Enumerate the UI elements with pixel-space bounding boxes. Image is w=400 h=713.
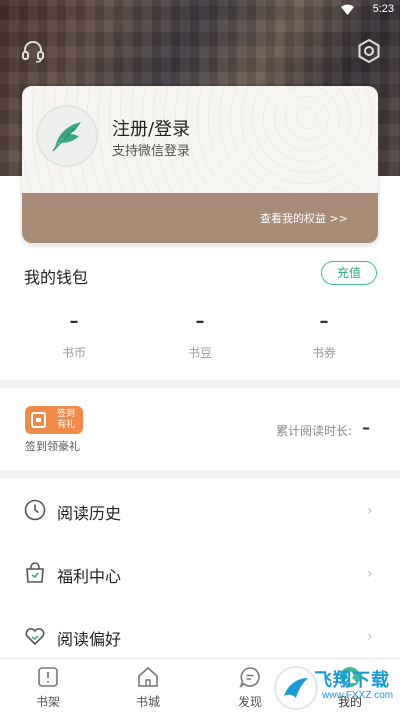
watermark-logo-icon (274, 666, 318, 710)
nav-label: 发现 (237, 695, 262, 709)
menu-item-label: 福利中心 (57, 567, 122, 586)
status-time: 5:23 (372, 3, 394, 15)
wallet-stat-beans[interactable]: – 书豆 (150, 312, 250, 361)
menu-item-label: 阅读历史 (57, 504, 122, 523)
member-card-top: 注册/登录 支持微信登录 (22, 86, 378, 193)
recharge-button[interactable]: 充值 (321, 261, 377, 285)
headset-icon[interactable] (20, 38, 46, 64)
nav-label: 书架 (35, 695, 60, 709)
nav-item-bookstore[interactable]: 书城 (118, 665, 178, 713)
bookshelf-icon (38, 667, 58, 687)
signin-caption[interactable]: 签到领豪礼 (25, 438, 80, 454)
member-card-bottom: 查看我的权益 >> (22, 193, 378, 243)
wallet-stat-label: 书券 (311, 346, 336, 360)
feather-logo-icon (52, 122, 81, 152)
wallet-stat-value: – (319, 311, 329, 332)
member-card[interactable]: 注册/登录 支持微信登录 查看我的权益 >> (22, 86, 378, 243)
gift-bag-icon (26, 562, 44, 583)
signin-badge-text: 签到有礼 (57, 409, 76, 430)
nav-item-bookshelf[interactable]: 书架 (18, 665, 78, 713)
wallet-stat-coins[interactable]: – 书币 (24, 312, 124, 361)
chevron-right-icon: › (367, 503, 373, 519)
section-divider (0, 470, 400, 478)
status-bar: 5:23 (0, 0, 400, 22)
wallet-stat-vouchers[interactable]: – 书券 (274, 312, 374, 361)
chevron-right-icon: › (367, 566, 373, 582)
menu-item-welfare-center[interactable]: 福利中心 › (0, 544, 400, 604)
view-benefits-link[interactable]: 查看我的权益 >> (260, 210, 348, 226)
wallet-stat-value: – (69, 311, 79, 332)
calendar-icon (31, 412, 46, 428)
reading-time-value: – (362, 418, 370, 437)
settings-icon[interactable] (356, 38, 382, 64)
nav-item-discover[interactable]: 发现 (220, 665, 280, 713)
wallet-stat-value: – (195, 311, 205, 332)
section-divider (0, 380, 400, 388)
clock-icon (24, 499, 46, 521)
login-title[interactable]: 注册/登录 (112, 115, 190, 141)
avatar[interactable] (36, 105, 98, 167)
heart-icon (25, 627, 45, 646)
nav-label: 书城 (135, 695, 160, 709)
bookstore-icon (138, 666, 158, 687)
wifi-icon (341, 4, 354, 15)
reading-time-label: 累计阅读时长: (276, 424, 353, 438)
menu-item-reading-history[interactable]: 阅读历史 › (0, 481, 400, 541)
signin-badge[interactable]: 签到有礼 (25, 406, 83, 434)
wallet-stat-label: 书豆 (187, 346, 212, 360)
menu-item-label: 阅读偏好 (57, 630, 122, 649)
watermark: 飞翔下载 www.FXXZ.com (274, 666, 398, 710)
discover-icon (239, 667, 260, 689)
login-subtitle: 支持微信登录 (112, 144, 191, 159)
wallet-stat-label: 书币 (61, 346, 86, 360)
chevron-right-icon: › (367, 629, 373, 645)
watermark-url: www.FXXZ.com (322, 690, 394, 701)
watermark-title: 飞翔下载 (314, 670, 390, 691)
wallet-title: 我的钱包 (24, 268, 89, 287)
